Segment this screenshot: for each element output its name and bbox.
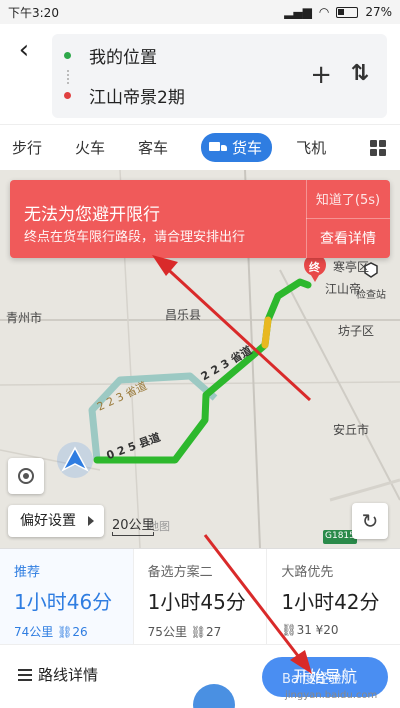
map-label-checkpoint: 检查站 xyxy=(356,290,386,301)
tab-truck[interactable]: 货车 xyxy=(201,133,273,162)
route-meta: 74公里 ⛓26 xyxy=(14,625,88,639)
swap-route-button[interactable]: ⇅ xyxy=(351,61,369,86)
list-icon xyxy=(18,669,32,681)
add-waypoint-button[interactable]: + xyxy=(310,60,332,90)
origin-dot-icon xyxy=(64,51,71,59)
status-bar: 下午3:20 ▂▄▆ ◠ 27% xyxy=(0,0,400,24)
map-scale-label: 20公里 xyxy=(112,518,155,533)
route-duration: 1小时42分 xyxy=(281,590,380,614)
preference-button[interactable]: 偏好设置 xyxy=(8,505,104,537)
route-options: 推荐 1小时46分 74公里 ⛓26 备选方案二 1小时45分 75公里 ⛓27… xyxy=(0,548,400,644)
destination-marker-icon: 终 xyxy=(309,261,320,274)
origin-field[interactable]: 我的位置 xyxy=(64,42,157,68)
locate-button[interactable] xyxy=(8,458,44,494)
map-label-anqiu: 安丘市 xyxy=(333,423,370,437)
map-label-changle: 昌乐县 xyxy=(165,308,202,322)
map-label-fangzi: 坊子区 xyxy=(338,324,375,338)
battery-icon xyxy=(336,6,359,18)
watermark: Bai度经验 xyxy=(282,672,342,687)
tab-plane[interactable]: 飞机 xyxy=(296,137,326,158)
alert-title: 无法为您避开限行 xyxy=(24,205,160,225)
signal-icon: ▂▄▆ xyxy=(284,5,312,19)
truck-icon xyxy=(209,141,228,154)
destination-dot-icon xyxy=(64,91,71,99)
route-duration: 1小时46分 xyxy=(14,590,113,614)
route-tag: 大路优先 xyxy=(281,565,334,580)
wifi-icon: ◠ xyxy=(318,5,330,19)
watermark-url: jingyan.baidu.com xyxy=(285,690,378,701)
tab-train[interactable]: 火车 xyxy=(75,137,105,158)
status-time: 下午3:20 xyxy=(8,5,59,20)
route-details-button[interactable]: 路线详情 xyxy=(38,664,98,685)
destination-label: 江山帝景2期 xyxy=(89,87,185,108)
route-duration: 1小时45分 xyxy=(147,590,246,614)
route-tag: 推荐 xyxy=(14,565,41,580)
back-button[interactable]: ‹ xyxy=(10,36,38,64)
origin-label: 我的位置 xyxy=(89,47,157,68)
restriction-alert: 无法为您避开限行 终点在货车限行路段，请合理安排出行 知道了(5s) 查看详情 xyxy=(10,180,390,258)
battery-level: 27% xyxy=(365,5,392,19)
alert-description: 终点在货车限行路段，请合理安排出行 xyxy=(24,230,246,245)
route-option-highway[interactable]: 大路优先 1小时42分 ⛓31 ¥20 xyxy=(267,549,400,644)
alert-dismiss-button[interactable]: 知道了(5s) xyxy=(306,180,390,218)
route-input-box: 我的位置 江山帝景2期 + ⇅ xyxy=(52,34,387,118)
map-scale-bar xyxy=(112,532,154,536)
route-header: ‹ 我的位置 江山帝景2期 + ⇅ xyxy=(0,24,400,124)
more-modes-icon[interactable] xyxy=(370,140,386,156)
map-label-highway: G1815 xyxy=(325,531,355,541)
route-meta: 75公里 ⛓27 xyxy=(147,625,222,639)
transport-mode-tabs: 步行 火车 客车 货车 飞机 xyxy=(0,124,400,170)
route-option-recommended[interactable]: 推荐 1小时46分 74公里 ⛓26 xyxy=(0,549,134,644)
alert-details-button[interactable]: 查看详情 xyxy=(306,218,390,258)
route-tag: 备选方案二 xyxy=(147,565,213,580)
tab-truck-label: 货车 xyxy=(232,139,263,157)
route-option-alt2[interactable]: 备选方案二 1小时45分 75公里 ⛓27 xyxy=(134,549,268,644)
map-label-hanting: 寒亭区 xyxy=(333,260,370,274)
map-label-qingzhou: 青州市 xyxy=(6,311,43,325)
route-meta: ⛓31 ¥20 xyxy=(281,623,339,637)
preference-label: 偏好设置 xyxy=(20,513,76,529)
caret-right-icon xyxy=(88,516,94,526)
tab-coach[interactable]: 客车 xyxy=(138,137,168,158)
tab-walk[interactable]: 步行 xyxy=(12,137,42,158)
refresh-button[interactable]: ↻ xyxy=(352,503,388,539)
destination-field[interactable]: 江山帝景2期 xyxy=(64,82,185,108)
